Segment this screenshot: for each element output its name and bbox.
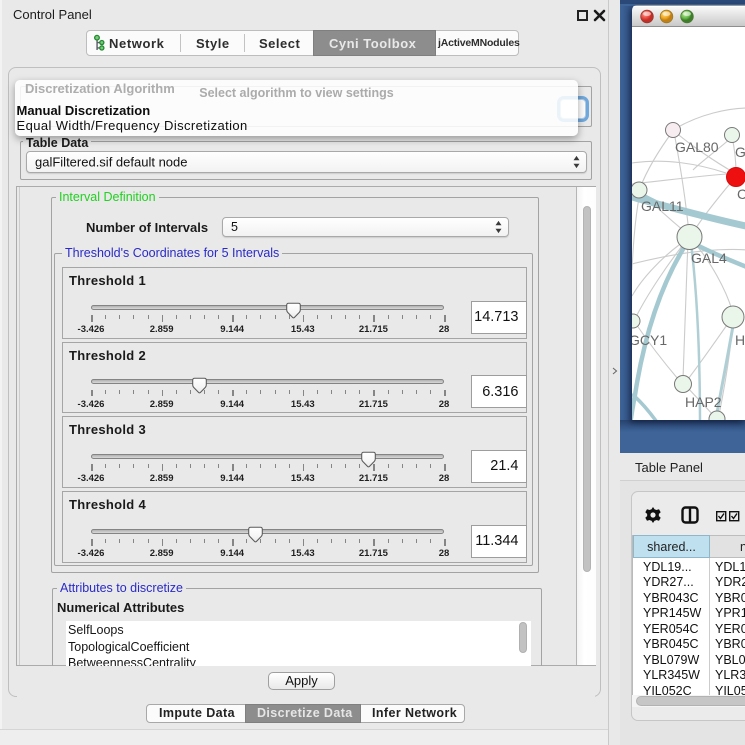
svg-text:HAP2: HAP2 [685, 394, 722, 410]
svg-text:H: H [735, 332, 745, 348]
svg-text:GCY1: GCY1 [632, 332, 667, 348]
svg-text:GAL11: GAL11 [641, 198, 684, 214]
svg-text:GAL80: GAL80 [675, 139, 719, 155]
svg-text:C: C [737, 186, 745, 202]
svg-text:GAL4: GAL4 [691, 250, 727, 266]
svg-text:GA: GA [735, 144, 745, 160]
